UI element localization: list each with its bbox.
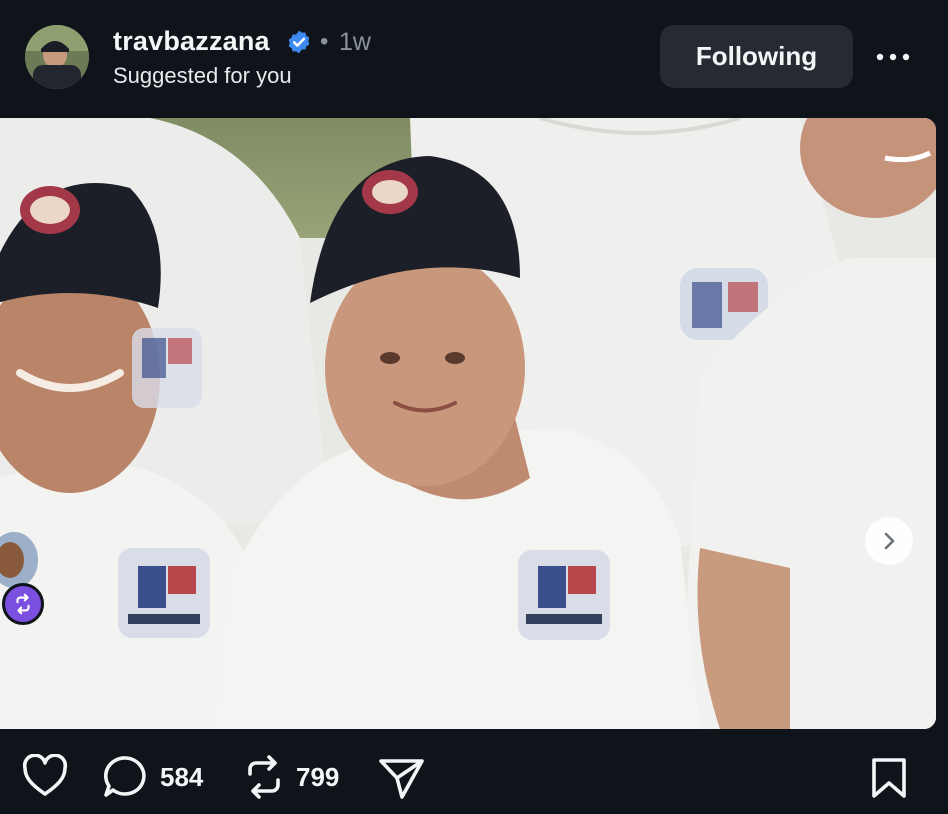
more-icon[interactable]: [874, 40, 912, 74]
verified-icon: [288, 30, 310, 54]
repost-icon: [16, 593, 30, 615]
suggested-label: Suggested for you: [113, 63, 292, 88]
separator-dot: •: [320, 28, 329, 55]
heart-icon: [22, 754, 68, 796]
photo-kids-baseball: [0, 118, 936, 729]
bookmark-icon: [872, 758, 906, 798]
bookmark-button[interactable]: [870, 756, 908, 800]
username[interactable]: travbazzana: [113, 26, 270, 57]
post-header: travbazzana • 1w Suggested for you Follo…: [0, 0, 948, 110]
chevron-right-icon: [884, 532, 895, 550]
repost-count: 799: [296, 761, 340, 792]
like-button[interactable]: [22, 754, 68, 798]
next-image-button[interactable]: [865, 517, 913, 565]
post-actions: 584 799: [0, 740, 948, 814]
comment-icon: [103, 756, 146, 797]
avatar[interactable]: [25, 25, 89, 89]
reply-button[interactable]: 584: [102, 754, 203, 800]
repost-icon: [248, 755, 280, 799]
repost-badge: [2, 583, 44, 625]
following-button[interactable]: Following: [660, 25, 853, 88]
share-icon: [379, 759, 424, 799]
post-image[interactable]: [0, 118, 936, 729]
post-time[interactable]: 1w: [339, 28, 371, 57]
share-button[interactable]: [378, 756, 426, 800]
repost-button[interactable]: 799: [242, 754, 339, 800]
reply-count: 584: [160, 761, 204, 792]
